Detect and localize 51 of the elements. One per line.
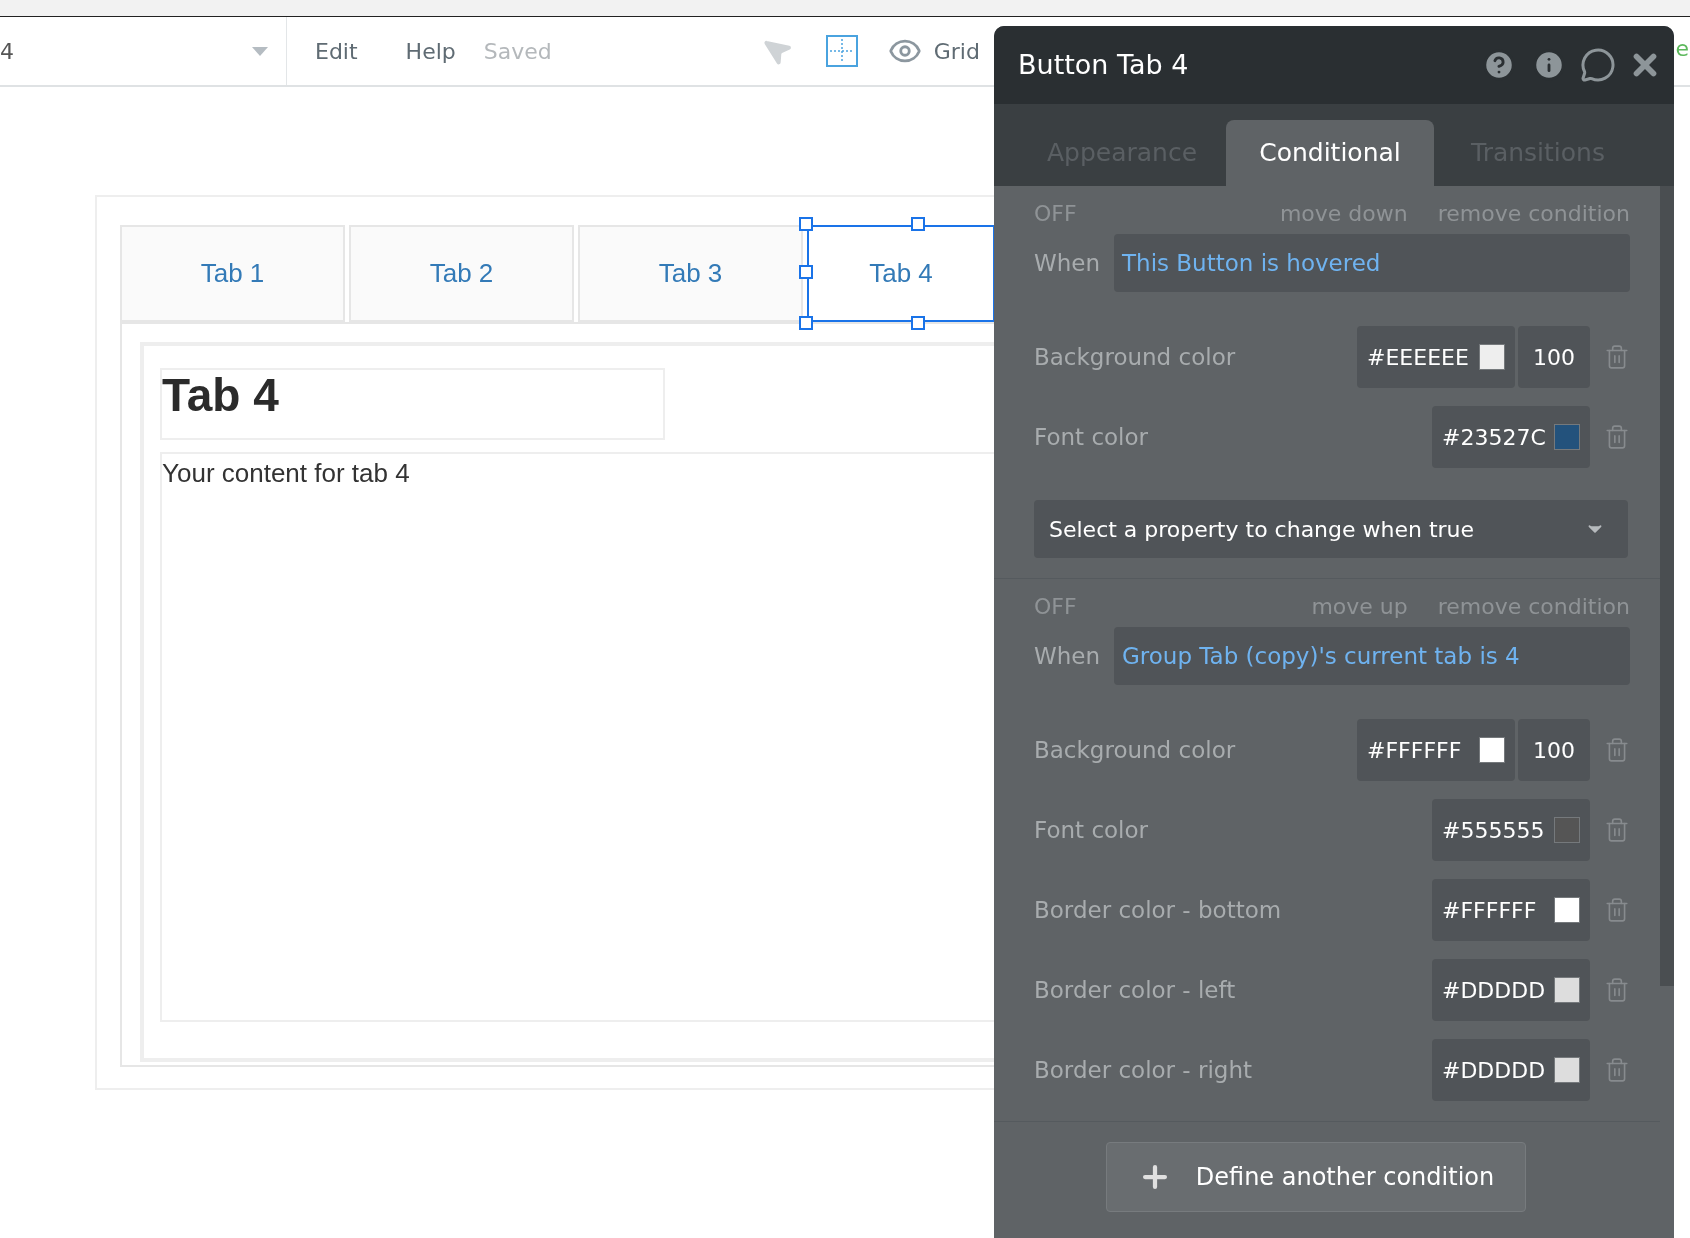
- tab[interactable]: Tab 3: [578, 225, 803, 322]
- edge-text: e: [1675, 34, 1689, 63]
- color-field[interactable]: #23527C: [1432, 406, 1590, 468]
- scrollbar[interactable]: [1660, 186, 1674, 986]
- trash-icon[interactable]: [1604, 977, 1630, 1003]
- resize-handle[interactable]: [911, 316, 925, 330]
- tab[interactable]: Tab 4: [807, 225, 995, 322]
- trash-icon[interactable]: [1604, 424, 1630, 450]
- property-label: Background color: [1034, 342, 1237, 372]
- color-field[interactable]: #FFFFFF: [1357, 719, 1515, 781]
- when-label: When: [1034, 641, 1102, 671]
- resize-handle[interactable]: [799, 316, 813, 330]
- property-label: Background color: [1034, 735, 1237, 765]
- page-selector[interactable]: 4: [0, 34, 14, 68]
- color-field[interactable]: #FFFFFF: [1432, 879, 1590, 941]
- menu-item[interactable]: Help: [405, 34, 456, 68]
- caret-icon[interactable]: [252, 46, 268, 56]
- grid-icon[interactable]: [825, 35, 858, 67]
- add-condition-button[interactable]: Define another condition: [1106, 1142, 1526, 1212]
- color-field[interactable]: #DDDDD: [1432, 959, 1590, 1021]
- resize-handle[interactable]: [911, 217, 925, 231]
- color-field[interactable]: #EEEEEE: [1357, 326, 1515, 388]
- opacity-field[interactable]: 100: [1518, 719, 1590, 781]
- color-field[interactable]: #DDDDD: [1432, 1039, 1590, 1101]
- heading: Tab 4: [160, 368, 665, 440]
- property-label: Border color - left: [1034, 975, 1237, 1005]
- opacity-field[interactable]: 100: [1518, 326, 1590, 388]
- tab[interactable]: Tab 2: [349, 225, 574, 322]
- color-field[interactable]: #555555: [1432, 799, 1590, 861]
- expression-field[interactable]: This Button is hovered: [1114, 234, 1630, 292]
- trash-icon[interactable]: [1604, 344, 1630, 370]
- trash-icon[interactable]: [1604, 737, 1630, 763]
- when-label: When: [1034, 248, 1102, 278]
- resize-handle[interactable]: [799, 217, 813, 231]
- property-label: Border color - bottom: [1034, 895, 1283, 925]
- save-status: Saved: [483, 37, 552, 66]
- expression-field[interactable]: Group Tab (copy)'s current tab is 4: [1114, 627, 1630, 685]
- property-dropdown[interactable]: Select a property to change when true: [1034, 500, 1628, 558]
- resize-handle[interactable]: [799, 265, 813, 279]
- trash-icon[interactable]: [1604, 897, 1630, 923]
- property-label: Font color: [1034, 815, 1150, 845]
- tab[interactable]: Tab 1: [120, 225, 345, 322]
- menu-item[interactable]: Edit: [315, 34, 358, 68]
- panel-title: Button Tab 4: [1018, 47, 1190, 82]
- comment-icon[interactable]: [1580, 47, 1616, 83]
- property-label: Border color - right: [1034, 1055, 1254, 1085]
- property-label: Font color: [1034, 422, 1150, 452]
- trash-icon[interactable]: [1604, 1057, 1630, 1083]
- panel-tab[interactable]: Conditional: [1226, 120, 1434, 186]
- grid-toggle[interactable]: Grid: [933, 34, 980, 68]
- trash-icon[interactable]: [1604, 817, 1630, 843]
